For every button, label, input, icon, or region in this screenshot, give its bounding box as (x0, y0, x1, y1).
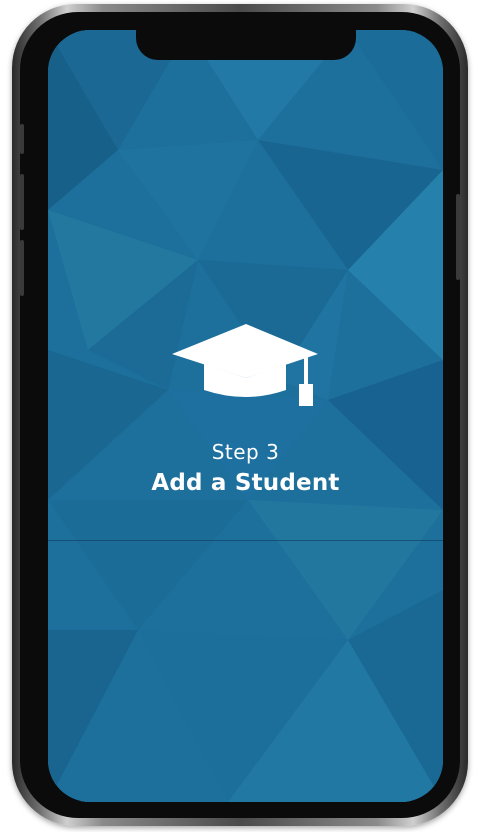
graduation-cap-icon (171, 324, 318, 406)
mute-switch (20, 124, 24, 154)
volume-down-button (20, 240, 24, 296)
divider-line (48, 540, 443, 541)
screen-notch (136, 30, 356, 60)
power-button (456, 194, 460, 280)
onboarding-step-panel: Step 3 Add a Student (48, 320, 443, 496)
phone-screen: Step 3 Add a Student (48, 30, 443, 802)
volume-up-button (20, 174, 24, 230)
step-number-label: Step 3 (211, 440, 280, 464)
step-title: Add a Student (151, 470, 340, 496)
